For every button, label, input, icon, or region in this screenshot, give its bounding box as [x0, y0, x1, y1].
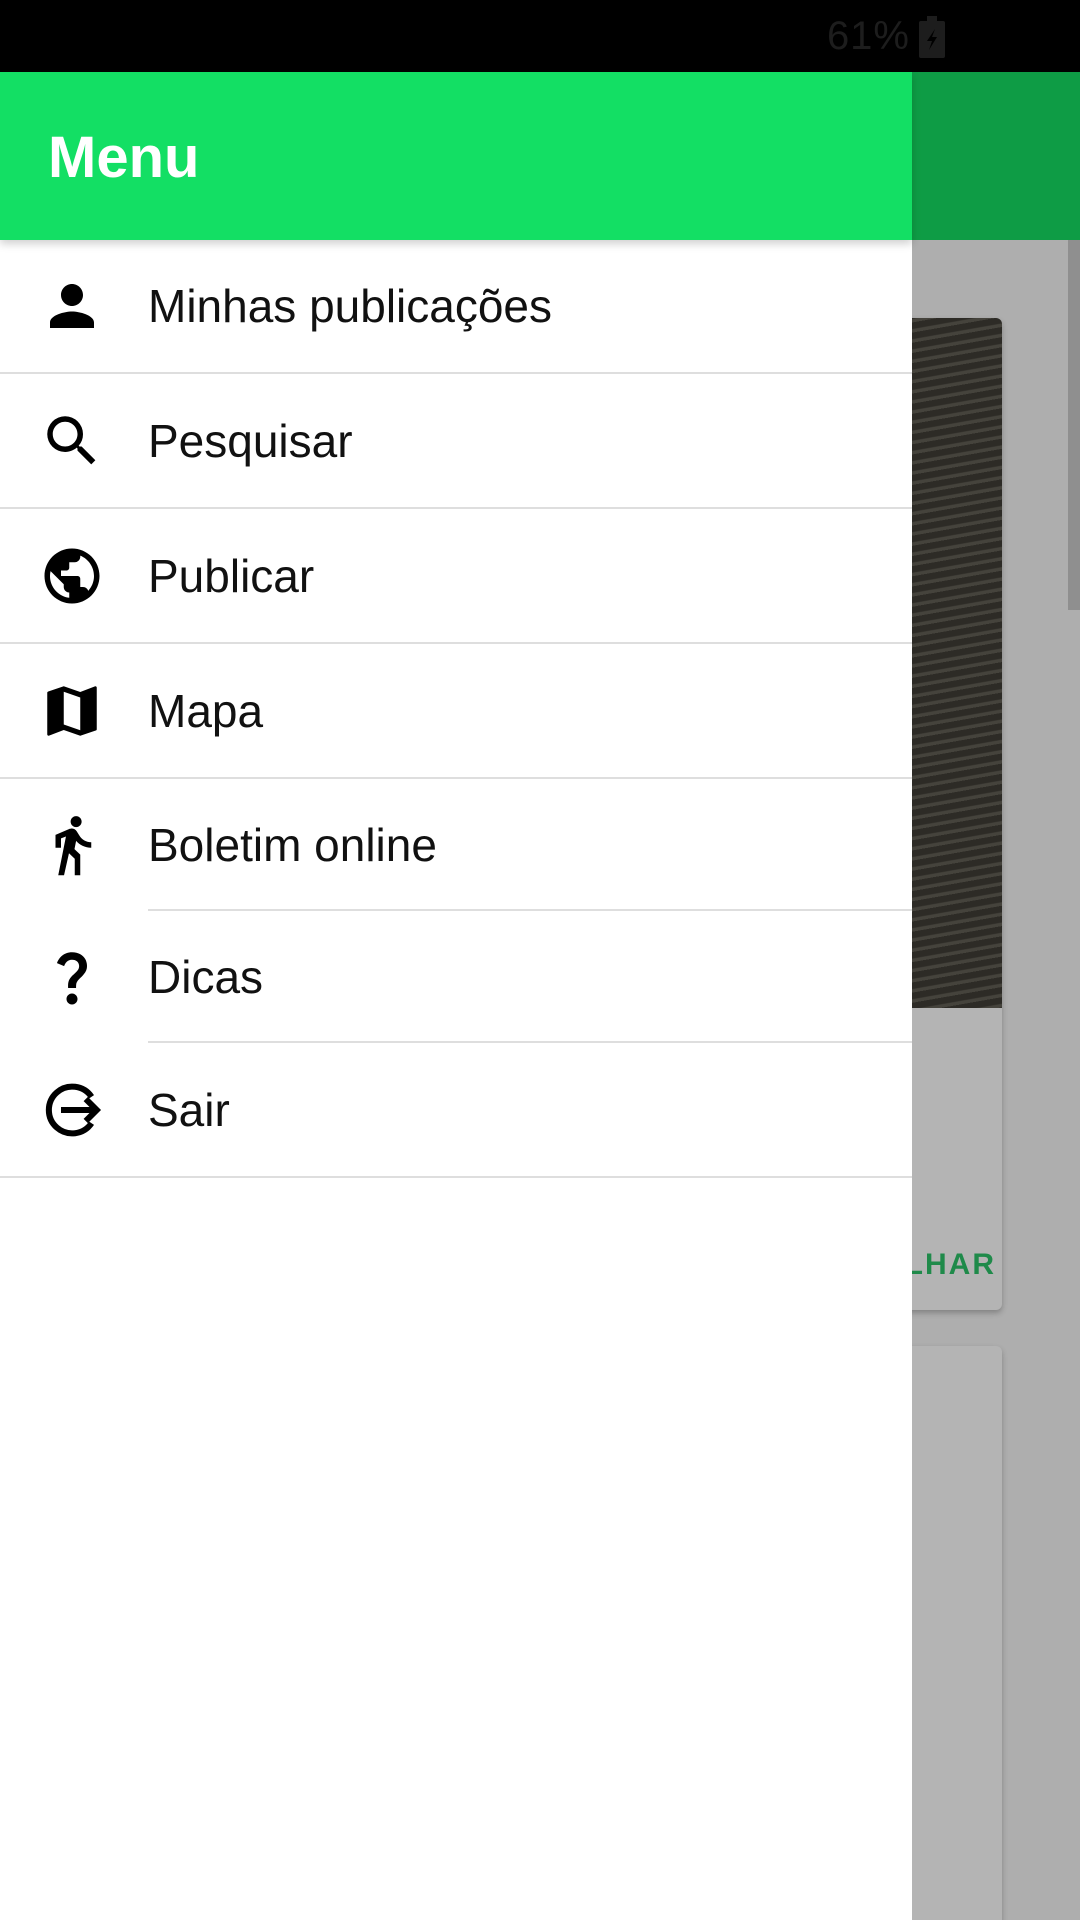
menu-item-label: Dicas: [148, 951, 264, 1003]
person-icon: [0, 273, 148, 339]
help-icon: [0, 944, 148, 1010]
status-bar: 61%: [0, 0, 1080, 72]
drawer-title: Menu: [48, 125, 200, 190]
battery-percent: 61%: [826, 14, 910, 58]
scrollbar: [1068, 240, 1080, 610]
battery-charging-icon: [919, 16, 945, 63]
logout-icon: [0, 1077, 148, 1143]
map-icon: [0, 678, 148, 744]
search-icon: [0, 408, 148, 474]
menu-item-label: Publicar: [148, 549, 315, 602]
menu-item-minhas-publicacoes[interactable]: Minhas publicações: [0, 240, 912, 374]
menu-item-label: Boletim online: [148, 819, 437, 871]
globe-icon: [0, 543, 148, 609]
menu-item-mapa[interactable]: Mapa: [0, 644, 912, 779]
menu-item-dicas[interactable]: Dicas: [0, 911, 912, 1043]
menu-item-label: Pesquisar: [148, 414, 353, 467]
menu-item-pesquisar[interactable]: Pesquisar: [0, 374, 912, 509]
screen: 61% LHAR Menu Minhas publicações Pesquis…: [0, 0, 1080, 1920]
menu-item-label: Sair: [148, 1083, 230, 1136]
menu-item-label: Mapa: [148, 684, 264, 737]
navigation-drawer: Menu Minhas publicações Pesquisar Public…: [0, 72, 912, 1920]
card-action-button: LHAR: [904, 1248, 996, 1281]
drawer-header: Menu: [0, 72, 912, 240]
menu-item-boletim-online[interactable]: Boletim online: [0, 779, 912, 911]
walk-icon: [0, 812, 148, 878]
menu-item-publicar[interactable]: Publicar: [0, 509, 912, 644]
menu-item-sair[interactable]: Sair: [0, 1043, 912, 1178]
menu-item-label: Minhas publicações: [148, 280, 553, 332]
